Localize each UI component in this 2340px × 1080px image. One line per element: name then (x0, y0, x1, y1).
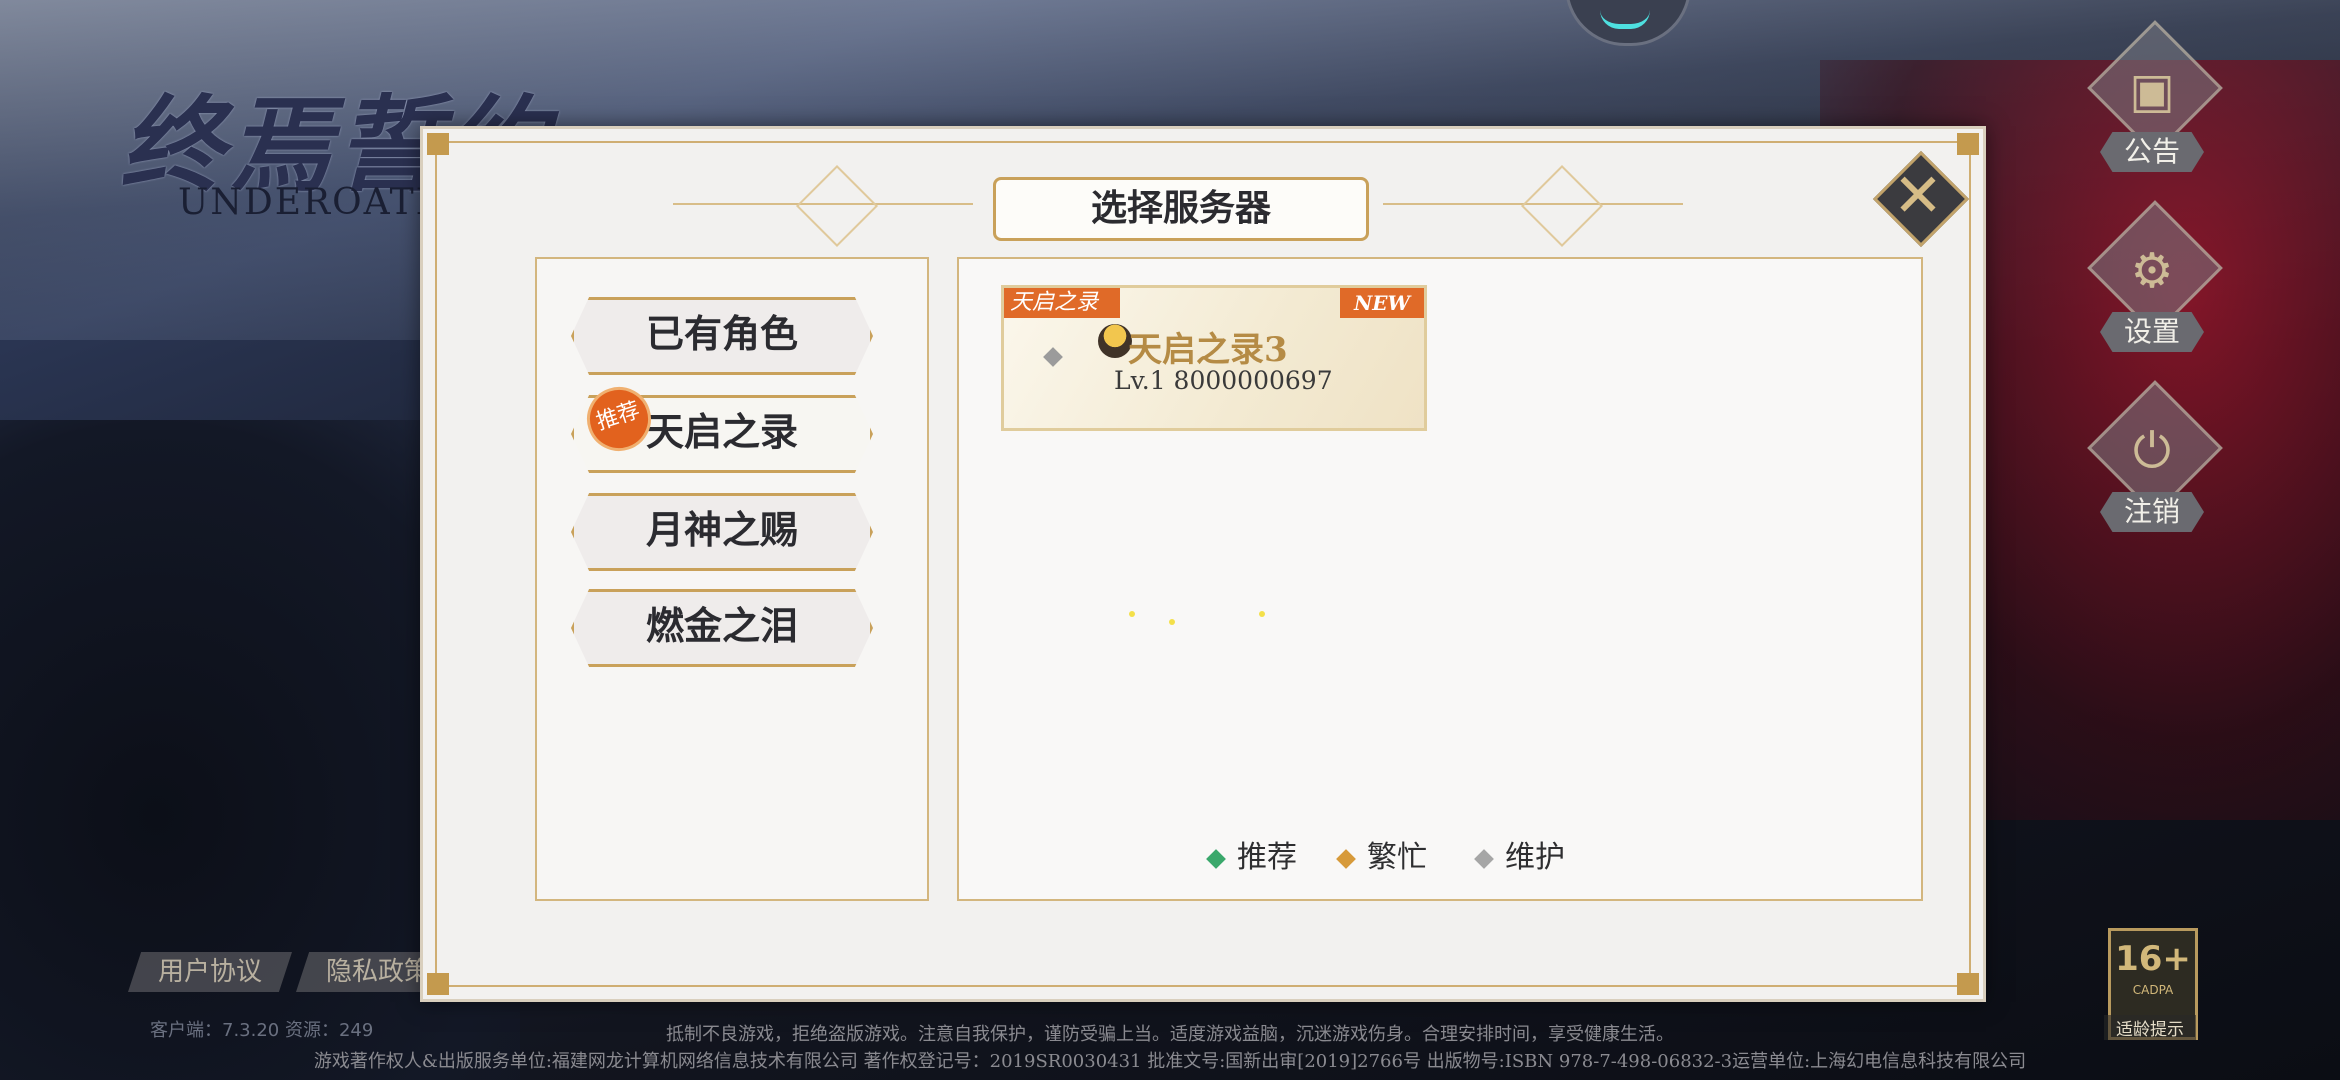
green-diamond-icon (1206, 849, 1226, 869)
legend-busy: 繁忙 (1336, 835, 1427, 881)
dialog-title: 选择服务器 (993, 177, 1369, 241)
character-avatar (1098, 324, 1132, 358)
sparkle (1169, 619, 1175, 625)
notice-label: 公告 (2100, 132, 2204, 172)
tab-label: 燃金之泪 (645, 603, 798, 648)
legend-label: 维护 (1505, 840, 1565, 875)
logout-label: 注销 (2100, 492, 2204, 532)
server-status-dot (1043, 347, 1063, 367)
legend-label: 繁忙 (1367, 840, 1427, 875)
settings-label: 设置 (2100, 312, 2204, 352)
age-rating-caption: 适龄提示 (2104, 1015, 2196, 1040)
tab-label: 月神之赐 (645, 507, 798, 552)
status-legend: 推荐 繁忙 维护 (1206, 835, 1689, 881)
corner-ornament (1957, 133, 1979, 155)
age-rating-org: CADPA (2132, 983, 2174, 997)
server-select-dialog: 选择服务器 ✕ 已有角色 天启之录 月神之赐 燃金之泪 推荐 天启之录 NEW … (420, 126, 1986, 1002)
close-button[interactable]: ✕ (1872, 150, 1970, 248)
tab-existing-roles[interactable]: 已有角色 (571, 297, 873, 375)
settings-button[interactable]: ⚙ 设置 (2085, 200, 2223, 370)
user-agreement-link[interactable]: 用户协议 (128, 952, 293, 992)
logout-button[interactable]: ⏻ 注销 (2085, 380, 2223, 550)
server-card[interactable]: 天启之录 NEW 天启之录3 Lv.1 8000000697 (1001, 285, 1427, 431)
server-list-panel: 天启之录 NEW 天启之录3 Lv.1 8000000697 推荐 繁忙 维护 (957, 257, 1923, 901)
tab-label: 天启之录 (645, 409, 798, 454)
health-notice: 抵制不良游戏，拒绝盗版游戏。注意自我保护，谨防受骗上当。适度游戏益脑，沉迷游戏伤… (666, 1024, 1674, 1045)
new-badge: NEW (1340, 288, 1424, 318)
corner-ornament (427, 133, 449, 155)
tab-label: 已有角色 (645, 311, 798, 356)
corner-ornament (427, 973, 449, 995)
publisher-info: 游戏著作权人&出版服务单位:福建网龙计算机网络信息技术有限公司 著作权登记号：2… (313, 1051, 2027, 1072)
age-rating-number: 16+ (2115, 939, 2191, 979)
server-group-list: 已有角色 天启之录 月神之赐 燃金之泪 推荐 (535, 257, 929, 901)
logo-english: UNDEROATH (178, 182, 450, 223)
server-name: 天启之录3 (1128, 330, 1288, 370)
legend-label: 推荐 (1237, 840, 1297, 875)
notice-board-icon: ▣ (2129, 63, 2175, 119)
notice-button[interactable]: ▣ 公告 (2085, 20, 2223, 190)
character-info: Lv.1 8000000697 (1114, 366, 1333, 395)
sparkle (1259, 611, 1265, 617)
sparkle (1129, 611, 1135, 617)
legend-maintenance: 维护 (1474, 835, 1565, 881)
orange-diamond-icon (1336, 849, 1356, 869)
tab-ranjin[interactable]: 燃金之泪 (571, 589, 873, 667)
close-x-icon: ✕ (1892, 161, 1944, 231)
tab-yueshen[interactable]: 月神之赐 (571, 493, 873, 571)
corner-ornament (1957, 973, 1979, 995)
legend-recommend: 推荐 (1206, 835, 1297, 881)
gray-diamond-icon (1474, 849, 1494, 869)
server-group-tag: 天启之录 (1004, 288, 1120, 318)
power-icon: ⏻ (2133, 423, 2171, 479)
gear-icon: ⚙ (2130, 243, 2174, 299)
